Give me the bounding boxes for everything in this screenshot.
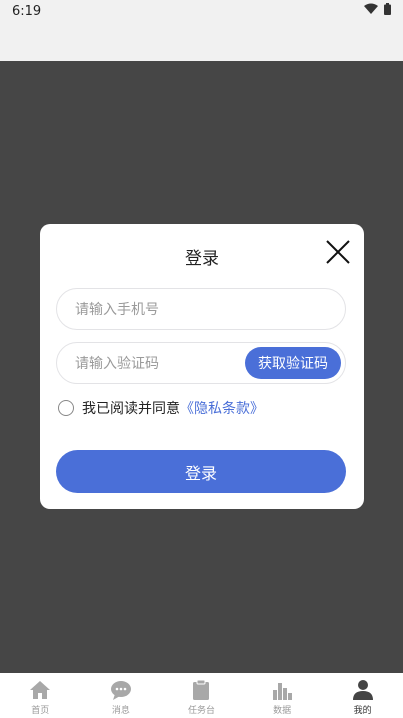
status-icons <box>364 3 391 15</box>
tab-label: 消息 <box>111 706 130 716</box>
tab-data[interactable]: 数据 <box>242 673 323 718</box>
tab-home[interactable]: 首页 <box>0 673 81 718</box>
tab-label: 数据 <box>273 706 292 716</box>
chat-icon <box>110 681 131 700</box>
get-code-button[interactable]: 获取验证码 <box>245 347 341 379</box>
code-input[interactable] <box>73 343 237 385</box>
privacy-link[interactable]: 《隐私条款》 <box>180 398 264 418</box>
wifi-icon <box>364 3 378 14</box>
phone-input[interactable] <box>73 289 237 331</box>
agree-text: 我已阅读并同意 <box>82 401 180 417</box>
agreement-row: 我已阅读并同意 《隐私条款》 <box>58 398 264 418</box>
tab-tasks[interactable]: 任务台 <box>161 673 242 718</box>
agree-radio[interactable] <box>58 400 74 416</box>
tab-messages[interactable]: 消息 <box>81 673 162 718</box>
user-icon <box>352 680 373 700</box>
code-field: 获取验证码 <box>56 342 346 385</box>
login-modal: 登录 获取验证码 我已阅读并同意 《隐私条款》 登录 <box>40 224 364 509</box>
tab-bar: 首页 消息 任务台 数据 我的 <box>0 673 403 718</box>
status-time: 6:19 <box>12 4 42 19</box>
battery-icon <box>384 3 391 15</box>
tab-profile[interactable]: 我的 <box>322 673 403 718</box>
tab-label: 我的 <box>353 706 372 716</box>
home-icon <box>30 681 51 699</box>
phone-field <box>56 288 346 331</box>
tab-label: 首页 <box>31 706 50 716</box>
status-bar: 6:19 <box>0 0 403 24</box>
app-header <box>0 24 403 61</box>
login-button[interactable]: 登录 <box>56 450 346 493</box>
close-icon[interactable] <box>324 238 352 266</box>
clipboard-icon <box>193 679 210 700</box>
modal-title: 登录 <box>185 249 219 269</box>
tab-label: 任务台 <box>187 706 215 716</box>
bar-chart-icon <box>273 683 293 700</box>
